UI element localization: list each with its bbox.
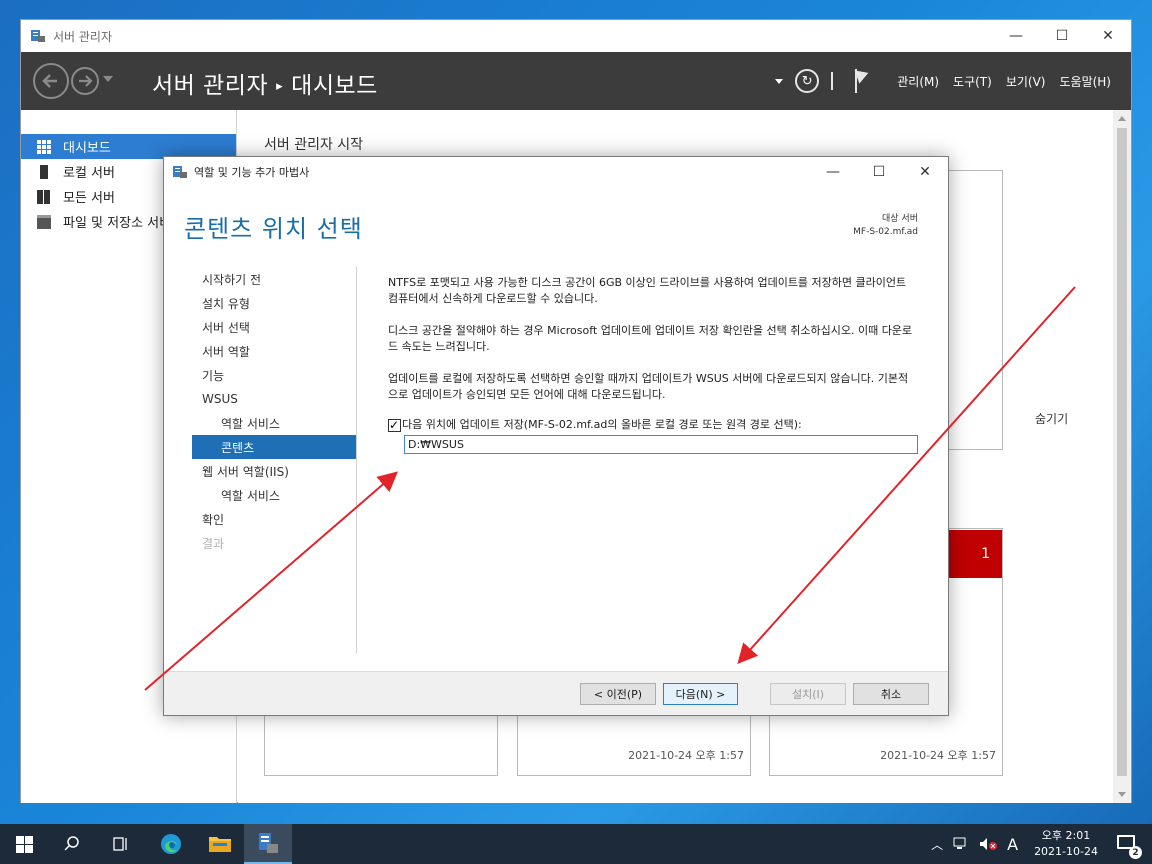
menu-manage[interactable]: 관리(M)	[897, 73, 939, 90]
server-manager-icon	[259, 833, 278, 853]
nav-divider	[356, 267, 357, 653]
windows-logo-icon	[15, 835, 33, 853]
install-button[interactable]: 설치(I)	[770, 683, 846, 705]
destination-server-name: MF-S-02.mf.ad	[853, 227, 918, 237]
search-button[interactable]	[48, 824, 96, 864]
file-storage-icon	[37, 214, 51, 229]
breadcrumb-current: 대시보드	[291, 73, 378, 99]
tile-timestamp: 2021-10-24 오후 1:57	[628, 749, 744, 762]
wizard-nav-item[interactable]: 설치 유형	[192, 291, 357, 315]
close-button[interactable]: ✕	[1085, 20, 1131, 52]
wizard-nav-item-active[interactable]: 콘텐츠	[192, 435, 357, 459]
breadcrumb-root[interactable]: 서버 관리자	[152, 73, 268, 99]
previous-button[interactable]: < 이전(P)	[580, 683, 656, 705]
back-button[interactable]	[33, 63, 69, 99]
content-path-input[interactable]	[404, 435, 918, 454]
edge-icon	[161, 834, 181, 854]
task-view-icon	[113, 837, 127, 851]
wizard-content: NTFS로 포맷되고 사용 가능한 디스크 공간이 6GB 이상인 드라이브를 …	[388, 275, 918, 454]
clock-time: 오후 2:01	[1041, 829, 1091, 842]
server-manager-icon	[31, 30, 45, 42]
maximize-button[interactable]: ☐	[856, 157, 902, 187]
wizard-titlebar: 역할 및 기능 추가 마법사 — ☐ ✕	[164, 157, 948, 187]
wizard-nav-item[interactable]: 확인	[192, 507, 357, 531]
task-view-button[interactable]	[96, 824, 144, 864]
wizard-nav-item[interactable]: 서버 역할	[192, 339, 357, 363]
menu-view[interactable]: 보기(V)	[1006, 73, 1046, 90]
network-icon[interactable]	[953, 837, 969, 851]
header-dropdown[interactable]	[775, 78, 784, 84]
menu-tools[interactable]: 도구(T)	[953, 73, 992, 90]
start-button[interactable]	[0, 824, 48, 864]
local-server-icon	[40, 164, 48, 179]
chevron-up-icon[interactable]: ︿	[931, 836, 943, 853]
vertical-scrollbar[interactable]	[1113, 110, 1131, 803]
server-manager-header: 서버 관리자 ▸ 대시보드 ↻ 관리(M) 도구(T) 보기(V) 도움말(H)	[21, 52, 1131, 110]
menu-help[interactable]: 도움말(H)	[1059, 73, 1111, 90]
sidebar-item-label: 대시보드	[63, 141, 111, 156]
breadcrumb-separator: ▸	[276, 79, 284, 94]
tile-timestamp: 2021-10-24 오후 1:57	[880, 749, 996, 762]
file-explorer-button[interactable]	[196, 824, 244, 864]
arrow-right-icon	[79, 75, 93, 87]
action-center-button[interactable]: 2	[1116, 832, 1142, 859]
wizard-nav: 시작하기 전 설치 유형 서버 선택 서버 역할 기능 WSUS 역할 서비스 …	[192, 267, 357, 555]
wizard-nav-item[interactable]: WSUS	[192, 387, 357, 411]
ime-indicator[interactable]: A	[1007, 835, 1018, 854]
taskbar: ︿ A 오후 2:01 2021-10-24 2	[0, 824, 1152, 864]
store-updates-row: 다음 위치에 업데이트 저장(MF-S-02.mf.ad의 올바른 로컬 경로 …	[388, 417, 918, 433]
hide-link[interactable]: 숨기기	[1035, 410, 1068, 427]
wizard-title: 역할 및 기능 추가 마법사	[194, 166, 310, 179]
folder-icon	[209, 837, 231, 852]
description-paragraph: 업데이트를 로컬에 저장하도록 선택하면 승인할 때까지 업데이트가 WSUS …	[388, 372, 909, 401]
system-tray: ︿ A 오후 2:01 2021-10-24 2	[931, 824, 1152, 864]
add-roles-wizard-dialog: 역할 및 기능 추가 마법사 — ☐ ✕ 콘텐츠 위치 선택 대상 서버 MF-…	[163, 156, 949, 716]
server-manager-taskbar-button[interactable]	[244, 824, 292, 864]
all-servers-icon	[37, 189, 51, 204]
wizard-footer: < 이전(P) 다음(N) > 설치(I) 취소	[164, 671, 948, 715]
maximize-button[interactable]: ☐	[1039, 20, 1085, 52]
minimize-button[interactable]: —	[993, 20, 1039, 52]
arrow-left-icon	[42, 74, 57, 88]
description-paragraph: 디스크 공간을 절약해야 하는 경우 Microsoft 업데이트에 업데이트 …	[388, 324, 913, 353]
window-title: 서버 관리자	[53, 30, 113, 44]
volume-muted-icon[interactable]	[979, 837, 998, 851]
breadcrumb: 서버 관리자 ▸ 대시보드	[152, 66, 378, 100]
next-button[interactable]: 다음(N) >	[663, 683, 738, 705]
wizard-nav-item[interactable]: 서버 선택	[192, 315, 357, 339]
wizard-nav-item[interactable]: 역할 서비스	[192, 411, 357, 435]
wizard-nav-item[interactable]: 역할 서비스	[192, 483, 357, 507]
edge-browser-button[interactable]	[147, 824, 195, 864]
destination-label: 대상 서버	[882, 214, 918, 224]
wizard-nav-item[interactable]: 기능	[192, 363, 357, 387]
dashboard-icon	[37, 139, 51, 154]
store-updates-label[interactable]: 다음 위치에 업데이트 저장(MF-S-02.mf.ad의 올바른 로컬 경로 …	[402, 417, 802, 433]
sidebar-item-label: 모든 서버	[63, 191, 115, 206]
description-paragraph: NTFS로 포맷되고 사용 가능한 디스크 공간이 6GB 이상인 드라이브를 …	[388, 276, 907, 305]
notifications-flag-icon[interactable]	[853, 66, 873, 93]
wizard-heading: 콘텐츠 위치 선택	[184, 215, 363, 243]
server-manager-titlebar: 서버 관리자 — ☐ ✕	[21, 20, 1131, 52]
section-title: 서버 관리자 시작	[264, 137, 364, 153]
alert-count-badge[interactable]: 1	[947, 530, 1002, 578]
search-icon	[64, 836, 79, 851]
server-manager-icon	[173, 166, 187, 178]
cancel-button[interactable]: 취소	[853, 683, 929, 705]
destination-server: 대상 서버 MF-S-02.mf.ad	[853, 213, 918, 239]
notification-count: 2	[1129, 846, 1142, 859]
forward-button[interactable]	[71, 67, 99, 95]
close-button[interactable]: ✕	[902, 157, 948, 187]
sidebar-item-label: 로컬 서버	[63, 166, 115, 181]
clock-date: 2021-10-24	[1034, 845, 1098, 858]
history-dropdown[interactable]	[103, 76, 113, 82]
store-updates-checkbox[interactable]	[388, 417, 401, 433]
wizard-nav-item[interactable]: 웹 서버 역할(IIS)	[192, 459, 357, 483]
minimize-button[interactable]: —	[810, 157, 856, 187]
refresh-icon[interactable]: ↻	[795, 69, 820, 93]
wizard-nav-item-disabled: 결과	[202, 536, 225, 551]
header-divider	[831, 72, 834, 90]
clock[interactable]: 오후 2:01 2021-10-24	[1034, 828, 1098, 860]
wizard-nav-item[interactable]: 시작하기 전	[192, 267, 357, 291]
